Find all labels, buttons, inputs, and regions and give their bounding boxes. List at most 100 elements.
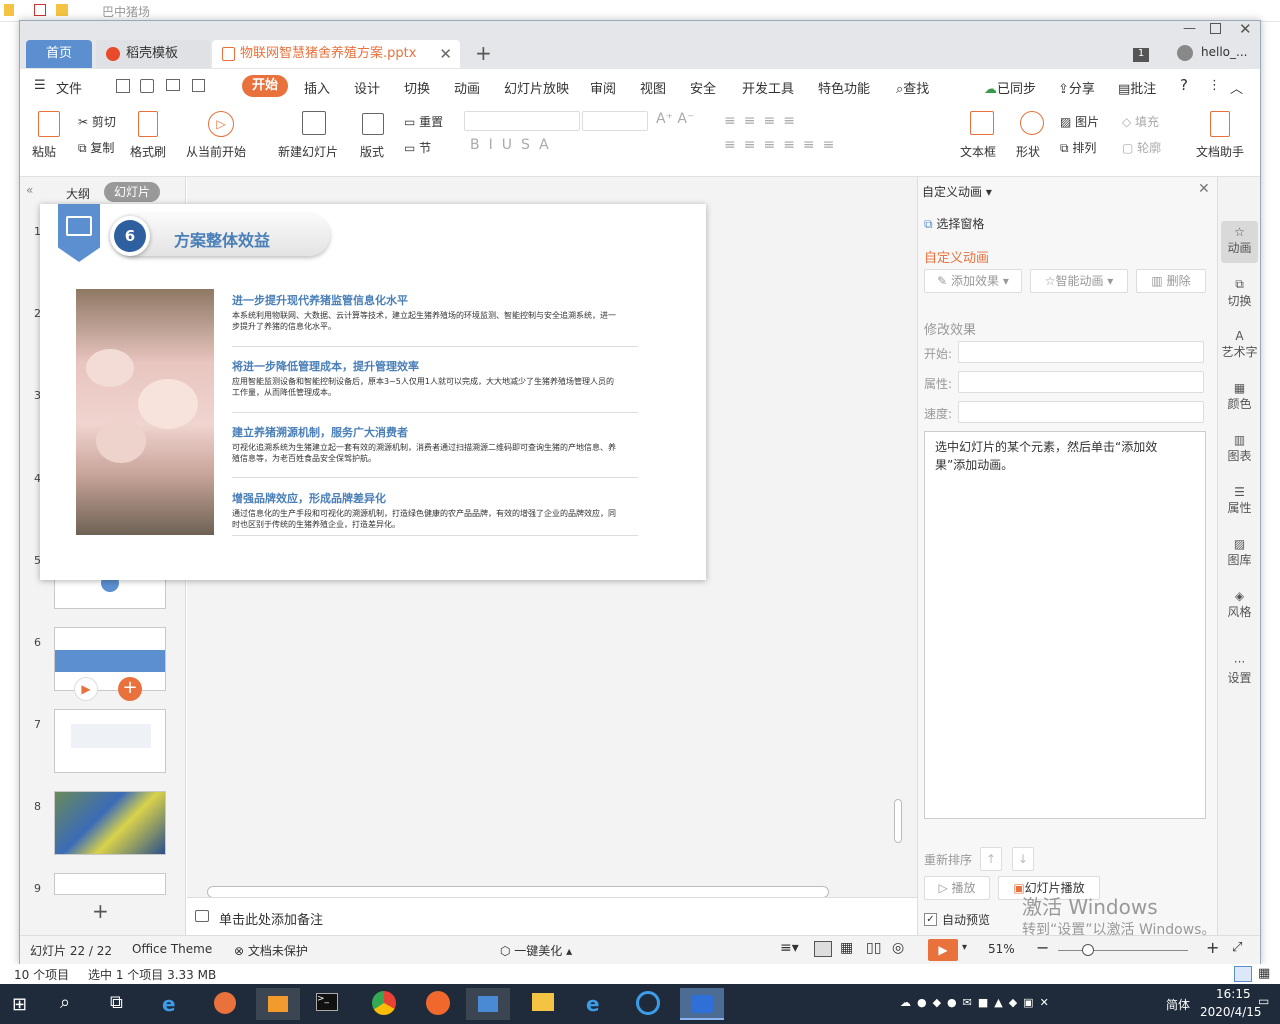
from-current-button[interactable]: 从当前开始 bbox=[186, 143, 246, 160]
help-button[interactable]: ? bbox=[1180, 76, 1188, 94]
sidebar-item-color[interactable]: ▦ 颜色 bbox=[1218, 381, 1261, 412]
print-preview-icon[interactable] bbox=[192, 79, 205, 92]
zoom-slider-thumb[interactable] bbox=[1082, 944, 1094, 956]
folder-icon[interactable] bbox=[56, 4, 68, 16]
animation-list[interactable]: 选中幻灯片的某个元素，然后单击“添加效果”添加动画。 bbox=[924, 431, 1206, 819]
ie-icon[interactable]: e bbox=[162, 992, 176, 1016]
notes-toggle-icon[interactable]: ≡▾ bbox=[780, 940, 799, 956]
fill-button[interactable]: ◇ 填充 bbox=[1122, 113, 1159, 130]
textbox-icon[interactable] bbox=[970, 111, 994, 135]
protect-status[interactable]: ⊗ 文档未保护 bbox=[234, 942, 308, 959]
slide-thumbnail-7[interactable] bbox=[54, 709, 166, 773]
paste-icon[interactable] bbox=[38, 111, 60, 137]
maximize-icon[interactable] bbox=[1210, 23, 1221, 34]
notification-icon[interactable]: ▭ bbox=[1258, 994, 1269, 1008]
play-from-current-icon[interactable]: ▷ bbox=[208, 111, 234, 137]
user-name[interactable]: hello_... bbox=[1201, 45, 1247, 59]
normal-view-icon[interactable] bbox=[814, 941, 832, 957]
section-button[interactable]: ▭ 节 bbox=[404, 139, 431, 156]
pen-app-icon[interactable] bbox=[426, 991, 450, 1015]
collapse-pane-icon[interactable]: « bbox=[26, 183, 33, 197]
paste-button[interactable]: 粘贴 bbox=[32, 143, 56, 160]
menu-start[interactable]: 开始 bbox=[242, 75, 288, 97]
sidebar-item-property[interactable]: ☰ 属性 bbox=[1218, 485, 1261, 516]
zoom-level[interactable]: 51% bbox=[988, 942, 1015, 956]
sorter-view-icon[interactable]: ▦ bbox=[840, 940, 853, 956]
large-icons-view-icon[interactable]: ▦ bbox=[1258, 966, 1270, 981]
picture-button[interactable]: ▨ 图片 bbox=[1060, 113, 1099, 130]
tab-document[interactable]: 物联网智慧猪舍养殖方案.pptx ✕ bbox=[212, 40, 460, 68]
menu-file[interactable]: 文件 bbox=[56, 78, 82, 97]
menu-developer[interactable]: 开发工具 bbox=[742, 78, 794, 97]
new-tab-icon[interactable]: + bbox=[475, 41, 492, 65]
shape-icon[interactable] bbox=[1020, 111, 1044, 135]
select-pane-button[interactable]: ⧉ 选择窗格 bbox=[924, 215, 984, 232]
close-panel-icon[interactable]: ✕ bbox=[1198, 181, 1210, 197]
canvas-vertical-scrollbar[interactable] bbox=[894, 799, 902, 843]
move-up-icon[interactable]: ↑ bbox=[980, 847, 1002, 871]
doc-assistant-button[interactable]: 文档助手 bbox=[1196, 143, 1244, 160]
sidebar-item-settings[interactable]: ··· 设置 bbox=[1218, 655, 1261, 686]
align-icons[interactable]: ≡≡≡≡≡≡ bbox=[724, 137, 842, 153]
sidebar-item-wordart[interactable]: A 艺术字 bbox=[1218, 329, 1261, 360]
hamburger-icon[interactable]: ☰ bbox=[34, 78, 46, 93]
edge-icon[interactable]: e bbox=[586, 992, 600, 1016]
notes-area[interactable]: 单击此处添加备注 bbox=[187, 897, 917, 935]
fit-window-icon[interactable]: ⤢ bbox=[1232, 940, 1242, 955]
sidebar-item-chart[interactable]: ▥ 图表 bbox=[1218, 433, 1261, 464]
play-slide-icon[interactable]: ▶ bbox=[74, 677, 98, 701]
layout-icon[interactable] bbox=[362, 113, 384, 135]
outline-button[interactable]: ▢ 轮廓 bbox=[1122, 139, 1161, 156]
taskbar-app-wps[interactable] bbox=[680, 988, 724, 1020]
play-slideshow-icon[interactable]: ▶ bbox=[928, 939, 958, 961]
more-icon[interactable]: ⋮ bbox=[1208, 78, 1221, 93]
details-view-icon[interactable] bbox=[1234, 966, 1252, 982]
avatar[interactable] bbox=[1177, 45, 1193, 61]
collapse-ribbon-icon[interactable]: ︿ bbox=[1230, 78, 1243, 97]
beautify-button[interactable]: ⬡ 一键美化 ▴ bbox=[500, 942, 572, 959]
menu-review[interactable]: 审阅 bbox=[590, 78, 616, 97]
tab-home[interactable]: 首页 bbox=[26, 40, 92, 68]
windows-start-icon[interactable]: ⊞ bbox=[12, 994, 27, 1015]
reset-button[interactable]: ▭ 重置 bbox=[404, 113, 443, 130]
menu-slideshow[interactable]: 幻灯片放映 bbox=[504, 78, 569, 97]
close-window-icon[interactable]: ✕ bbox=[1239, 20, 1252, 38]
print-icon[interactable] bbox=[166, 79, 180, 91]
file-explorer-icon[interactable] bbox=[532, 993, 554, 1011]
paragraph-icons[interactable]: ≡≡≡≡ bbox=[724, 113, 803, 129]
slide-thumbnail-6[interactable] bbox=[54, 627, 166, 691]
panel-header[interactable]: 自定义动画 ▾ bbox=[922, 183, 992, 200]
sidebar-item-animation[interactable]: ☆ 动画 bbox=[1218, 225, 1261, 256]
taskbar-app-sublime[interactable] bbox=[256, 988, 300, 1020]
doc-assistant-icon[interactable] bbox=[1210, 111, 1230, 137]
window-count-badge[interactable]: 1 bbox=[1133, 48, 1149, 62]
slide-thumbnail-8[interactable] bbox=[54, 791, 166, 855]
sidebar-item-gallery[interactable]: ▨ 图库 bbox=[1218, 537, 1261, 568]
start-select[interactable] bbox=[958, 341, 1204, 363]
add-slide-bottom-icon[interactable]: + bbox=[92, 899, 109, 923]
export-icon[interactable] bbox=[140, 79, 154, 93]
zoom-slider-track[interactable] bbox=[1058, 950, 1188, 951]
terminal-icon[interactable]: >_ bbox=[316, 993, 338, 1011]
copy-button[interactable]: ⧉ 复制 bbox=[78, 139, 114, 156]
menu-view[interactable]: 视图 bbox=[640, 78, 666, 97]
clock-date[interactable]: 2020/4/15 bbox=[1200, 1005, 1262, 1019]
tab-outline[interactable]: 大纲 bbox=[66, 185, 90, 202]
slide[interactable]: 6 方案整体效益 进一步提升现代养猪监管信息化水平 本系统利用物联网、大数据、云… bbox=[40, 204, 706, 580]
theme-name[interactable]: Office Theme bbox=[132, 942, 212, 956]
comment-button[interactable]: ▤批注 bbox=[1118, 78, 1156, 97]
tab-slides[interactable]: 幻灯片 bbox=[104, 182, 160, 202]
menu-transition[interactable]: 切换 bbox=[404, 78, 430, 97]
move-down-icon[interactable]: ↓ bbox=[1012, 847, 1034, 871]
play-button[interactable]: ▷ 播放 bbox=[924, 876, 990, 900]
new-slide-button[interactable]: 新建幻灯片 bbox=[278, 143, 338, 160]
add-effect-button[interactable]: ✎ 添加效果 ▾ bbox=[924, 269, 1022, 293]
sidebar-item-transition[interactable]: ⧉ 切换 bbox=[1218, 277, 1261, 309]
delete-effect-button[interactable]: ▥ 删除 bbox=[1136, 269, 1206, 293]
add-slide-icon[interactable]: + bbox=[118, 677, 142, 701]
shape-button[interactable]: 形状 bbox=[1016, 143, 1040, 160]
format-painter-button[interactable]: 格式刷 bbox=[130, 143, 166, 160]
save-icon[interactable] bbox=[116, 79, 130, 93]
slide-thumbnail-9[interactable] bbox=[54, 873, 166, 895]
taskbar-app-document[interactable] bbox=[466, 988, 510, 1020]
